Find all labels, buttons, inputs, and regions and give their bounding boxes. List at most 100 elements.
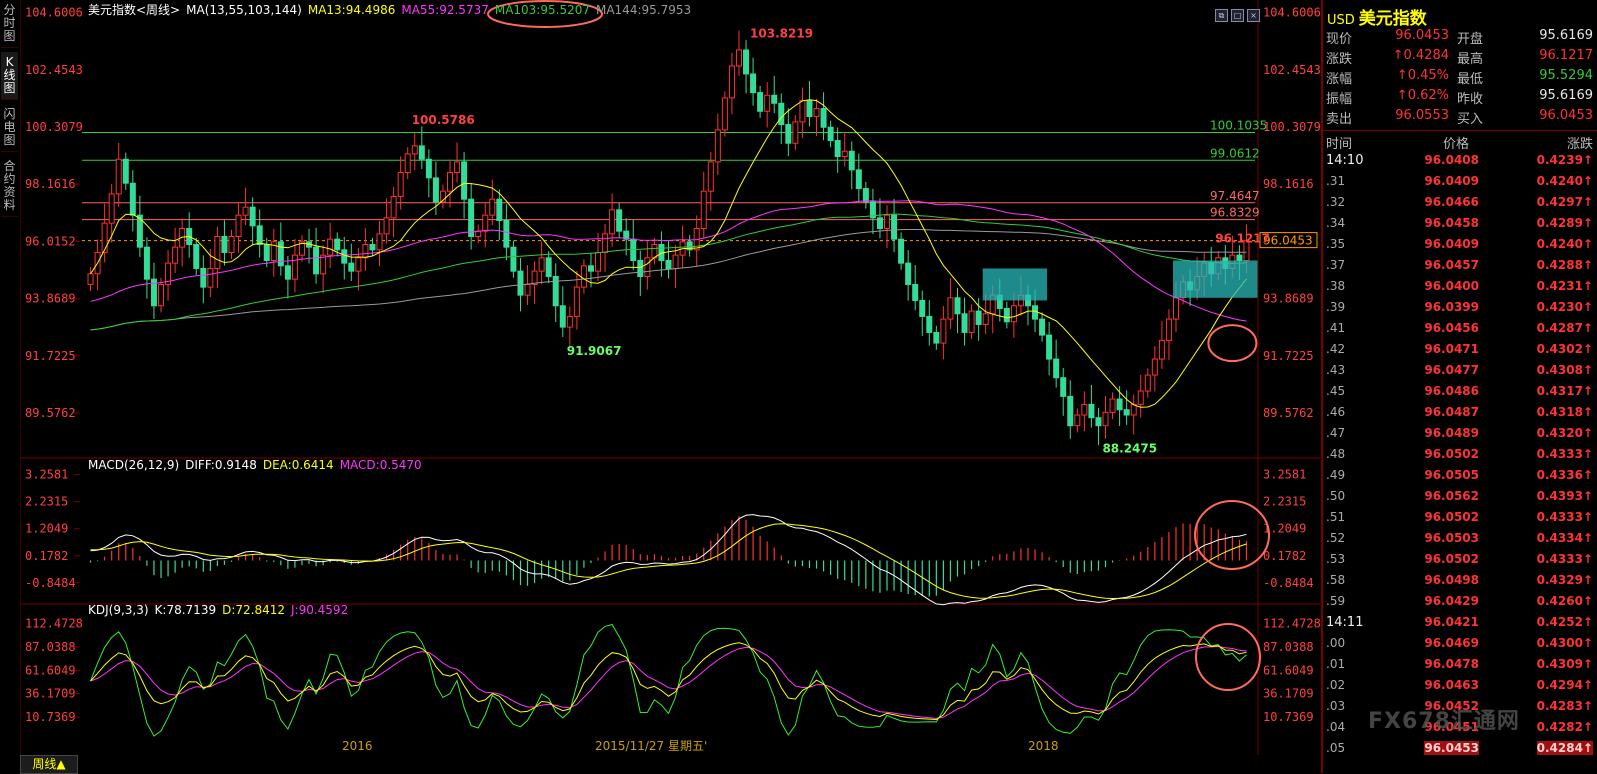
- watermark: FX678汇通网: [1368, 709, 1520, 734]
- x-axis-label: 2018: [1028, 739, 1059, 753]
- candle: [221, 235, 228, 253]
- candle: [595, 251, 602, 272]
- candle: [129, 182, 136, 216]
- tick-price: 96.0505: [1424, 468, 1479, 482]
- tick-change: 0.4318↑: [1536, 405, 1593, 419]
- tick-change: 0.4288↑: [1536, 258, 1593, 272]
- candle: [1074, 414, 1081, 427]
- quote-value: 95.6169: [1539, 88, 1593, 103]
- chart-area[interactable]: 104.6006 104.6006102.4543 102.4543100.3079…: [20, 0, 1320, 755]
- tick-change: 0.4252↑: [1536, 615, 1593, 629]
- tick-price: 96.0466: [1424, 195, 1479, 209]
- candle: [792, 121, 799, 144]
- chart-title: 美元指数<周线>: [88, 2, 180, 17]
- macd-dea-line: [90, 523, 1247, 600]
- candle: [954, 297, 961, 315]
- candle: [813, 108, 820, 118]
- candle: [926, 315, 933, 333]
- candle: [1109, 398, 1116, 413]
- tab-contract-info[interactable]: 合约资料: [1, 156, 18, 217]
- kdj-left-tick: 87.0388: [25, 640, 76, 654]
- restore-icon[interactable]: ⧉: [1215, 9, 1228, 22]
- period-selector[interactable]: 周线▲: [20, 755, 78, 774]
- candle: [369, 243, 376, 251]
- price-right-tick: 89.5762: [1263, 406, 1314, 420]
- window-controls: ⧉ □ ×: [1215, 3, 1263, 22]
- candle: [545, 257, 552, 277]
- candle: [721, 97, 728, 131]
- candle: [728, 65, 735, 99]
- candle: [1137, 390, 1144, 405]
- macd-left-tick: 1.2049: [25, 522, 68, 536]
- quote-value: 95.5294: [1539, 68, 1593, 83]
- tick-change: 0.4239↑: [1536, 153, 1593, 167]
- tick-time: .01: [1326, 657, 1346, 671]
- candle: [397, 172, 404, 198]
- tick-price: 96.0458: [1424, 216, 1479, 230]
- tick-row: .59 96.0429 0.4260↑: [1323, 594, 1597, 615]
- tick-time: 14:10: [1326, 153, 1364, 168]
- macd-right-tick: -0.8484: [1263, 576, 1314, 590]
- tick-row: .47 96.0489 0.4320↑: [1323, 426, 1597, 447]
- tab-flash[interactable]: 闪电图: [1, 104, 18, 152]
- candle: [101, 222, 108, 253]
- macd-label: MACD(26,12,9): [88, 458, 179, 472]
- candle: [891, 214, 898, 240]
- tick-price: 96.0477: [1424, 363, 1479, 377]
- candle: [446, 172, 453, 192]
- candle: [834, 140, 841, 158]
- tick-price: 96.0502: [1424, 510, 1479, 524]
- tick-price: 96.0487: [1424, 405, 1479, 419]
- candle: [905, 262, 912, 285]
- candle: [700, 190, 707, 230]
- candle: [108, 193, 115, 224]
- tab-timeshare[interactable]: 分时图: [1, 0, 18, 48]
- tick-price: 96.0471: [1424, 342, 1479, 356]
- price-left-tick: 98.1616: [25, 177, 76, 191]
- candle: [933, 331, 940, 344]
- kdj-right-tick: 112.4728: [1263, 617, 1320, 631]
- highlight-circle: [1207, 324, 1258, 363]
- quote-label: 卖出: [1326, 112, 1353, 127]
- tick-price: 96.0463: [1424, 678, 1479, 692]
- symbol-code: USD: [1327, 13, 1355, 28]
- tick-row: .01 96.0478 0.4309↑: [1323, 657, 1597, 678]
- candle: [425, 158, 432, 179]
- tick-time: .04: [1326, 720, 1346, 734]
- support-line-label: 96.8329: [1210, 206, 1260, 220]
- quote-label: 涨幅: [1326, 72, 1353, 87]
- highlight-circle: [1195, 623, 1261, 691]
- x-axis-label: 2016: [342, 739, 373, 753]
- tick-time: .52: [1326, 531, 1346, 545]
- quote-value: 95.6169: [1539, 28, 1593, 43]
- tick-row: .53 96.0502 0.4333↑: [1323, 552, 1597, 573]
- tick-time: .43: [1326, 363, 1346, 377]
- tick-change: 0.4231↑: [1536, 279, 1593, 293]
- candle: [559, 305, 566, 328]
- price-left-tick: 91.7225: [25, 349, 76, 363]
- tick-price: 96.0498: [1424, 573, 1479, 587]
- ma-value: MA13:94.4986: [308, 3, 396, 17]
- quote-value: 96.0453: [1539, 108, 1593, 123]
- tick-price: 96.0456: [1424, 321, 1479, 335]
- quote-label: 买入: [1457, 112, 1484, 127]
- macd-value-label: MACD:0.5470: [340, 458, 422, 472]
- tick-price: 96.0408: [1424, 153, 1479, 167]
- tick-time: .39: [1326, 300, 1346, 314]
- tick-row: .00 96.0469 0.4300↑: [1323, 636, 1597, 657]
- tick-time: .31: [1326, 174, 1346, 188]
- candle: [961, 313, 968, 333]
- price-right-tick: 98.1616: [1263, 177, 1314, 191]
- candle: [841, 150, 848, 158]
- tick-change: 0.4308↑: [1536, 363, 1593, 377]
- candle: [1046, 334, 1053, 360]
- maximize-icon[interactable]: □: [1231, 9, 1244, 22]
- tick-time: .42: [1326, 342, 1346, 356]
- tab-kline[interactable]: K线图: [1, 52, 18, 100]
- kdj-j-label: J:90.4592: [290, 603, 348, 617]
- candle: [862, 188, 869, 203]
- candle: [383, 217, 390, 235]
- candle: [1236, 254, 1243, 261]
- candle: [1088, 403, 1095, 419]
- close-icon[interactable]: ×: [1247, 9, 1260, 22]
